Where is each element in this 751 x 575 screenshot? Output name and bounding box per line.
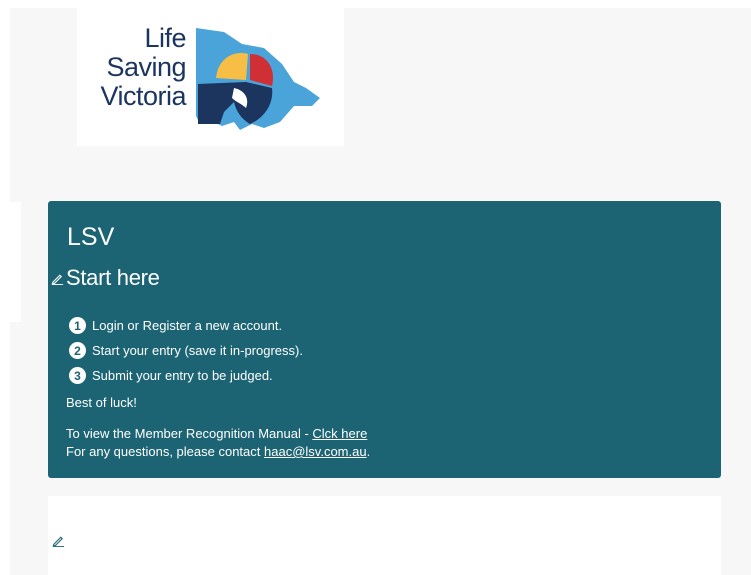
start-here-panel: LSV Start here 1 Login or Register a new… — [48, 201, 721, 478]
manual-line: To view the Member Recognition Manual - … — [66, 425, 370, 443]
contact-email-link[interactable]: haac@lsv.com.au — [264, 444, 367, 459]
pencil-icon[interactable] — [52, 534, 65, 547]
lower-card — [48, 496, 721, 575]
lsv-logo: Life Saving Victoria — [77, 8, 344, 146]
logo-wordmark: Life Saving Victoria — [100, 24, 186, 111]
best-of-luck-text: Best of luck! — [66, 395, 137, 410]
pencil-icon[interactable] — [51, 272, 64, 285]
steps-list: 1 Login or Register a new account. 2 Sta… — [69, 313, 303, 388]
logo-line-2: Saving — [106, 52, 186, 82]
step-text: Start your entry (save it in-progress). — [92, 343, 303, 358]
start-here-heading: Start here — [66, 265, 160, 290]
step-text: Login or Register a new account. — [92, 318, 283, 333]
info-block: To view the Member Recognition Manual - … — [66, 425, 370, 461]
logo-line-3: Victoria — [100, 81, 186, 111]
panel-title: LSV — [67, 223, 115, 251]
contact-line: For any questions, please contact haac@l… — [66, 443, 370, 461]
step-item: 2 Start your entry (save it in-progress)… — [69, 338, 303, 363]
contact-suffix: . — [366, 444, 371, 459]
manual-prefix: To view the Member Recognition Manual - — [66, 426, 313, 441]
step-item: 3 Submit your entry to be judged. — [69, 363, 303, 388]
logo-line-1: Life — [144, 23, 186, 53]
start-here-heading-row: Start here — [51, 265, 160, 291]
step-number-badge: 2 — [69, 342, 86, 359]
side-strip — [0, 202, 21, 322]
contact-prefix: For any questions, please contact — [66, 444, 265, 459]
step-item: 1 Login or Register a new account. — [69, 313, 303, 338]
step-number-badge: 3 — [69, 367, 86, 384]
step-text: Submit your entry to be judged. — [92, 368, 273, 383]
logo-emblem-icon — [196, 28, 320, 130]
manual-link[interactable]: Clck here — [312, 426, 367, 441]
step-number-badge: 1 — [69, 317, 86, 334]
